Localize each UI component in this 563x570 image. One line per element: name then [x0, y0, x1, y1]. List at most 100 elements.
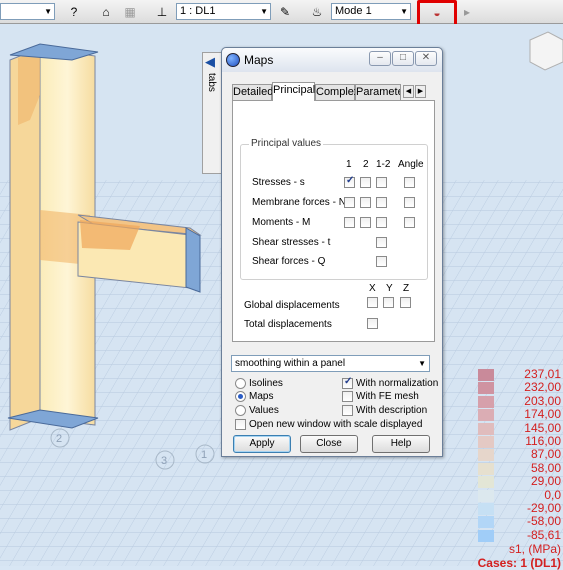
legend-value: -58,00: [526, 514, 561, 529]
stresses-12-checkbox[interactable]: [376, 177, 387, 188]
dialog-tabbar: Detailed Principal Complex Parameter ◀ ▶: [232, 82, 437, 101]
maps-dialog: Maps – □ ✕ Detailed Principal Complex Pa…: [221, 47, 443, 457]
tab-complex[interactable]: Complex: [315, 84, 359, 100]
legend-value: 0,0: [544, 487, 561, 502]
column-header: 2: [363, 159, 369, 170]
column-header: 1: [346, 159, 352, 170]
legend-value: 116,00: [525, 434, 561, 448]
principal-tab-panel: Principal values 1 2 1-2 Angle Stresses …: [232, 100, 435, 342]
smoothing-select[interactable]: smoothing within a panel ▼: [231, 355, 430, 372]
isolines-radio[interactable]: [235, 378, 246, 389]
legend-unit: s1, (MPa): [508, 542, 561, 556]
load-case-value: 1 : DL1: [180, 5, 216, 17]
next-tool-icon[interactable]: ▸: [457, 3, 477, 21]
open-new-window-label: Open new window with scale displayed: [249, 419, 423, 430]
load-case-select[interactable]: 1 : DL1 ▼: [176, 3, 271, 20]
with-normalization-checkbox[interactable]: [342, 376, 353, 389]
row-label-membrane: Membrane forces - N: [252, 197, 346, 208]
moments-2-checkbox[interactable]: [360, 217, 371, 228]
legend-row: 58,00: [476, 461, 563, 475]
moments-1-checkbox[interactable]: [344, 217, 355, 228]
row-label-total-displacements: Total displacements: [244, 319, 332, 330]
apply-button[interactable]: Apply: [233, 435, 291, 453]
row-label-shear-forces: Shear forces - Q: [252, 256, 326, 267]
tab-detailed[interactable]: Detailed: [232, 84, 273, 100]
legend-swatch: [478, 503, 494, 515]
diagram-icon[interactable]: ✎: [275, 3, 295, 21]
membrane-12-checkbox[interactable]: [376, 197, 387, 208]
open-new-window-checkbox[interactable]: [235, 419, 246, 430]
legend-value: 174,00: [524, 407, 561, 422]
legend-row: 174,00: [476, 407, 563, 422]
with-fe-mesh-checkbox[interactable]: [342, 391, 353, 402]
membrane-2-checkbox[interactable]: [360, 197, 371, 208]
maps-app-icon: [226, 53, 240, 67]
legend-swatch: [478, 369, 494, 381]
global-disp-y-checkbox[interactable]: [383, 297, 394, 308]
legend-swatch: [478, 395, 494, 408]
arrow-left-icon[interactable]: ◀: [205, 54, 215, 70]
close-icon[interactable]: ✕: [415, 51, 437, 66]
with-fe-mesh-label: With FE mesh: [356, 391, 419, 402]
tabs-panel-strip[interactable]: ◀ tabs: [202, 52, 222, 174]
row-label-shear-stresses: Shear stresses - t: [252, 237, 331, 248]
legend-row: 203,00: [476, 394, 563, 408]
global-disp-z-checkbox[interactable]: [400, 297, 411, 308]
maps-radio[interactable]: [235, 391, 246, 402]
total-displacements-checkbox[interactable]: [367, 318, 378, 329]
moments-angle-checkbox[interactable]: [404, 217, 415, 228]
stresses-angle-checkbox[interactable]: [404, 177, 415, 188]
help-button[interactable]: Help: [372, 435, 430, 453]
tab-scroll-right-icon[interactable]: ▶: [415, 85, 426, 98]
legend-swatch: [478, 382, 494, 395]
mode-value: Mode 1: [335, 5, 372, 17]
tab-parameter[interactable]: Parameter: [355, 84, 401, 100]
membrane-1-checkbox[interactable]: [344, 197, 355, 208]
dialog-titlebar[interactable]: Maps – □ ✕: [222, 48, 442, 72]
node-label: 3: [161, 455, 167, 467]
shear-stresses-checkbox[interactable]: [376, 237, 387, 248]
close-button[interactable]: Close: [300, 435, 358, 453]
tab-principal[interactable]: Principal: [272, 82, 315, 101]
legend-value: 232,00: [524, 380, 561, 395]
beam-end-plate: [185, 227, 201, 293]
view-cube-icon[interactable]: [529, 31, 563, 71]
row-label-global-displacements: Global displacements: [244, 300, 340, 311]
legend-row: -29,00: [476, 502, 563, 515]
values-label: Values: [249, 405, 279, 416]
stresses-1-checkbox[interactable]: [344, 175, 355, 188]
mode-select[interactable]: Mode 1 ▼: [331, 3, 411, 20]
results-icon[interactable]: ♨: [307, 3, 327, 21]
legend-swatch: [478, 489, 494, 502]
moments-12-checkbox[interactable]: [376, 217, 387, 228]
legend-value: -29,00: [526, 501, 561, 515]
legend-swatch: [478, 436, 494, 448]
load-case-icon[interactable]: ⊥: [152, 3, 172, 21]
tab-scroll-left-icon[interactable]: ◀: [403, 85, 414, 98]
stresses-2-checkbox[interactable]: [360, 177, 371, 188]
legend-row: -58,00: [476, 514, 563, 529]
values-radio[interactable]: [235, 405, 246, 416]
chevron-down-icon: ▼: [418, 359, 426, 368]
legend-value: 87,00: [530, 447, 561, 462]
legend-value: 237,01: [524, 367, 561, 381]
legend-value: -85,61: [526, 527, 561, 542]
toolbar-left-combo[interactable]: ▼: [0, 3, 55, 20]
with-description-label: With description: [356, 405, 428, 416]
shear-forces-checkbox[interactable]: [376, 256, 387, 267]
row-label-stresses: Stresses - s: [252, 177, 305, 188]
maximize-icon[interactable]: □: [392, 51, 414, 66]
legend-swatch: [478, 516, 494, 529]
column-header: 1-2: [376, 159, 391, 170]
chevron-down-icon: ▼: [44, 7, 52, 16]
help-tool-icon[interactable]: ?: [64, 3, 84, 21]
structure-view-icon[interactable]: ⌂: [96, 3, 116, 21]
row-label-moments: Moments - M: [252, 217, 311, 228]
with-description-checkbox[interactable]: [342, 405, 353, 416]
minimize-icon[interactable]: –: [369, 51, 391, 66]
legend-value: 145,00: [524, 420, 561, 435]
membrane-angle-checkbox[interactable]: [404, 197, 415, 208]
tabs-strip-label: tabs: [206, 73, 217, 92]
global-disp-x-checkbox[interactable]: [367, 297, 378, 308]
section-view-icon[interactable]: ▦: [120, 3, 140, 21]
